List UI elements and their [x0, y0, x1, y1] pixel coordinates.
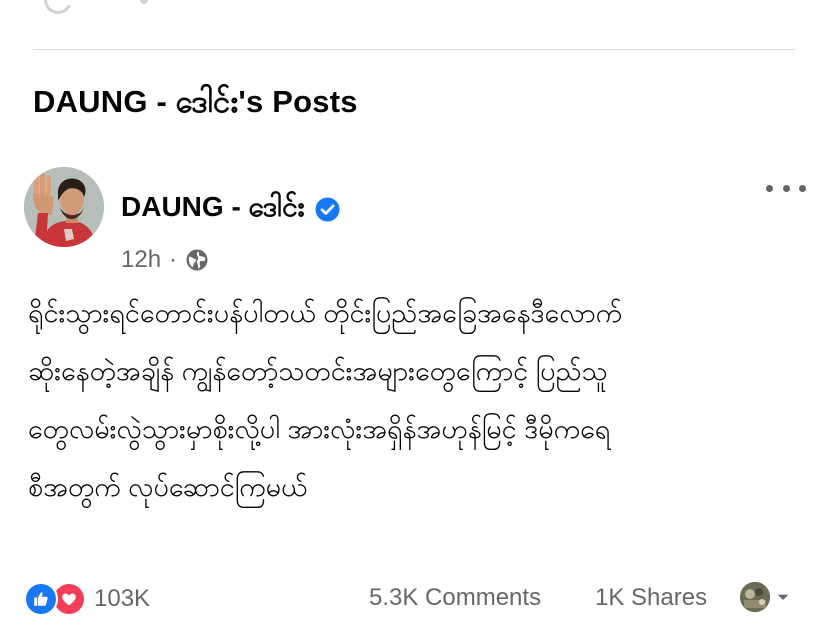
- chevron-down-icon: [777, 594, 789, 600]
- previous-post-remnant: [0, 0, 828, 18]
- comments-count-link[interactable]: 5.3K Comments: [369, 584, 541, 612]
- more-horizontal-icon: [766, 184, 773, 192]
- post-body: ရိုင်းသွားရင်တောင်းပန်ပါတယ် တိုင်းပြည်အခ…: [28, 284, 808, 516]
- post-body-line: ရိုင်းသွားရင်တောင်းပန်ပါတယ် တိုင်းပြည်အခ…: [28, 298, 623, 328]
- author-name-row[interactable]: DAUNG - ဒေါင်း: [121, 188, 340, 230]
- avatar-photo: [24, 167, 104, 247]
- reaction-count: 103K: [94, 585, 151, 612]
- post-footer: 103K 5.3K Comments 1K Shares: [24, 578, 804, 618]
- post-meta: 12h ·: [121, 246, 209, 274]
- meta-separator: ·: [169, 246, 178, 273]
- heart-glyph: [62, 593, 76, 606]
- reactions-summary[interactable]: 103K: [24, 582, 150, 616]
- page-identity-selector[interactable]: [740, 582, 792, 612]
- more-options-button[interactable]: [766, 178, 806, 198]
- post-timestamp[interactable]: 12h: [121, 246, 161, 274]
- post-body-line: တွေလမ်းလွဲသွားမှာစိုးလို့ပါ အားလုံးအရှိန…: [28, 414, 611, 444]
- remnant-dot: [140, 0, 148, 4]
- more-horizontal-icon-dot: [782, 184, 790, 192]
- globe-icon[interactable]: [185, 248, 209, 272]
- page: DAUNG - ဒေါင်း's Posts DAUNG - ဒေါင်း 12…: [0, 0, 828, 636]
- verified-badge-icon: [315, 197, 340, 221]
- like-icon: [24, 582, 58, 616]
- page-avatar-photo: [740, 582, 770, 612]
- shares-count-link[interactable]: 1K Shares: [595, 584, 707, 612]
- section-divider: [33, 49, 796, 50]
- post-body-line: ဆိုးနေတဲ့အချိန် ကျွန်တော့်သတင်းအများတွေက…: [28, 356, 608, 386]
- post-body-line: စီအတွက် လုပ်ဆောင်ကြမယ်: [28, 472, 308, 502]
- author-avatar[interactable]: [24, 167, 104, 247]
- section-title: DAUNG - ဒေါင်း's Posts: [33, 84, 358, 119]
- remnant-shape: [40, 0, 76, 18]
- page-avatar: [740, 582, 770, 612]
- more-horizontal-icon-dot: [799, 184, 806, 192]
- thumbs-up-glyph: [34, 592, 48, 606]
- author-name[interactable]: DAUNG - ဒေါင်း: [121, 188, 305, 230]
